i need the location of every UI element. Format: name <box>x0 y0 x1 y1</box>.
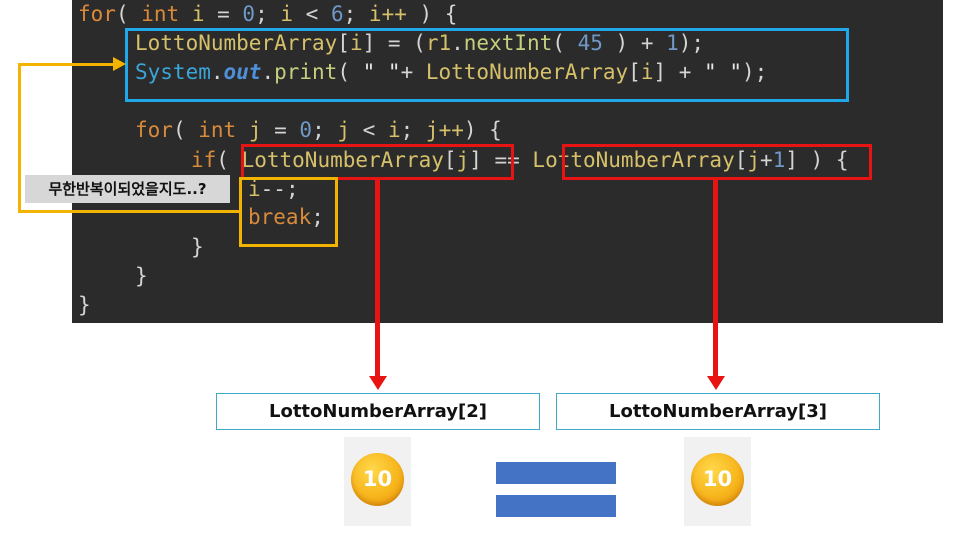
keyword-for: for <box>135 118 173 142</box>
connector-arrowhead <box>113 57 126 71</box>
code-line-for-j: for( int j = 0; j < i; j++) { <box>135 116 502 144</box>
arrow-right <box>713 180 718 378</box>
equals-sign-bottom-bar <box>496 495 616 517</box>
code-token: ) { <box>463 118 502 142</box>
number-literal: 6 <box>330 2 344 26</box>
variable-j: j <box>248 118 262 142</box>
code-token: ( <box>172 118 199 142</box>
array-label-right: LottoNumberArray[3] <box>556 393 880 430</box>
code-token: ; <box>400 118 426 142</box>
keyword-int: int <box>141 2 180 26</box>
coin-icon: 10 <box>351 453 404 506</box>
code-line-close-inner-for: } <box>135 264 148 288</box>
highlight-box-red-right <box>562 144 872 180</box>
code-token: ( <box>115 2 142 26</box>
code-line-for-i: for( int i = 0; i < 6; i++ ) { <box>78 0 457 28</box>
array-label-left: LottoNumberArray[2] <box>216 393 540 430</box>
variable-j: j <box>337 118 351 142</box>
code-token: ; <box>343 2 369 26</box>
keyword-if: if <box>191 148 217 172</box>
variable-i: i++ <box>368 2 407 26</box>
number-literal: 0 <box>242 2 256 26</box>
connector-line <box>18 210 240 213</box>
variable-i: i <box>191 2 205 26</box>
coin-icon: 10 <box>691 453 744 506</box>
variable-i: i <box>280 2 294 26</box>
arrow-left <box>375 180 380 378</box>
number-literal: 0 <box>299 118 313 142</box>
arrow-right-head <box>707 376 725 390</box>
code-token: ; <box>312 118 338 142</box>
highlight-box-blue <box>125 28 849 102</box>
coin-card-left: 10 <box>344 437 411 526</box>
coin-card-right: 10 <box>684 437 751 526</box>
annotation-callout: 무한반복이되었을지도..? <box>25 175 230 203</box>
arrow-left-head <box>369 376 387 390</box>
code-token: = <box>261 118 300 142</box>
connector-line <box>18 63 21 213</box>
code-token: ( <box>216 148 242 172</box>
highlight-box-yellow <box>239 177 338 247</box>
code-token: ; <box>255 2 281 26</box>
code-line-close-outer-for: } <box>78 293 91 317</box>
code-line-close-if: } <box>191 235 204 259</box>
code-token: = <box>204 2 243 26</box>
keyword-int: int <box>198 118 237 142</box>
connector-line <box>18 63 114 66</box>
keyword-for: for <box>78 2 116 26</box>
code-token: < <box>293 2 331 26</box>
highlight-box-red-left <box>241 144 514 180</box>
variable-j: j++ <box>425 118 464 142</box>
code-token: ) { <box>406 2 458 26</box>
variable-i: i <box>387 118 401 142</box>
equals-sign-top-bar <box>496 462 616 484</box>
code-token: < <box>350 118 388 142</box>
